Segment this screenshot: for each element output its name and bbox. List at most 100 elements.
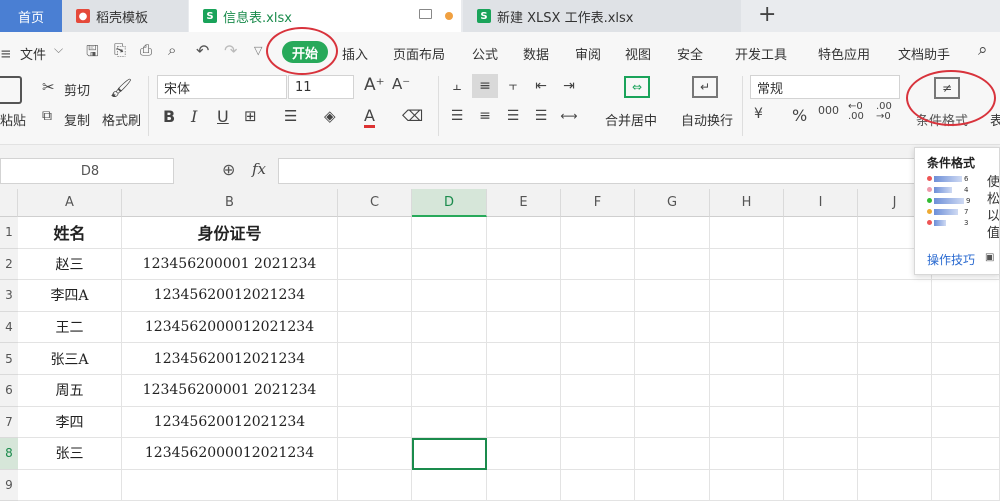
print-icon[interactable]: ⎙ (140, 41, 152, 59)
undo-icon[interactable]: ↶ (196, 41, 209, 60)
row-header[interactable]: 6 (0, 375, 18, 407)
cell-empty[interactable] (784, 438, 858, 470)
cell-empty[interactable] (487, 438, 561, 470)
cell-empty[interactable] (858, 438, 932, 470)
fill-color-icon[interactable]: ◈ (324, 107, 336, 125)
cell-empty[interactable] (412, 248, 487, 281)
cell-empty[interactable] (932, 406, 1000, 439)
cell-empty[interactable] (635, 406, 710, 439)
row-header[interactable]: 5 (0, 343, 18, 375)
cell-empty[interactable] (784, 375, 858, 407)
align-left-icon[interactable]: ☰ (446, 106, 468, 126)
cell-empty[interactable] (635, 438, 710, 470)
fx-icon[interactable]: fx (252, 160, 266, 178)
cell-empty[interactable] (932, 469, 1000, 501)
cell-empty[interactable] (412, 406, 487, 439)
row-header[interactable]: 2 (0, 248, 18, 281)
cell-name[interactable]: 李四 (18, 406, 122, 439)
italic-icon[interactable]: I (191, 107, 197, 126)
font-size-select[interactable]: 11 (288, 75, 354, 99)
cell-empty[interactable] (338, 438, 412, 470)
cell-empty[interactable] (932, 343, 1000, 375)
decrease-decimal-icon[interactable]: .00 →0 (876, 102, 892, 122)
tab-home[interactable]: 首页 (0, 0, 62, 32)
row-header[interactable]: 7 (0, 406, 18, 439)
row-header[interactable]: 1 (0, 217, 18, 249)
cell-empty[interactable] (932, 375, 1000, 407)
menu-page-layout[interactable]: 页面布局 (393, 44, 445, 63)
tab-xinxi-xlsx[interactable]: S 信息表.xlsx (189, 0, 461, 32)
redo-icon[interactable]: ↷ (224, 41, 237, 60)
cell-empty[interactable] (487, 343, 561, 375)
decrease-font-icon[interactable]: A⁻ (392, 75, 410, 93)
cell-empty[interactable] (412, 375, 487, 407)
chevron-down-icon[interactable]: ⌵ (54, 42, 63, 57)
cell-name[interactable]: 赵三 (18, 248, 122, 281)
cell-name[interactable]: 周五 (18, 375, 122, 407)
col-header-e[interactable]: E (487, 189, 561, 217)
cell-empty[interactable] (338, 280, 412, 312)
cell-id-number[interactable]: 身份证号 (122, 217, 338, 249)
scissors-icon[interactable]: ✂ (42, 78, 55, 96)
cell-empty[interactable] (338, 248, 412, 281)
cell-empty[interactable] (710, 217, 784, 249)
justify-icon[interactable]: ☰ (530, 106, 552, 126)
cell-name[interactable] (18, 469, 122, 501)
menu-insert[interactable]: 插入 (342, 44, 368, 63)
row-header[interactable]: 3 (0, 280, 18, 312)
cell-name[interactable]: 张三 (18, 438, 122, 470)
cell-empty[interactable] (561, 438, 635, 470)
cell-empty[interactable] (784, 280, 858, 312)
indent-decrease-icon[interactable]: ⇤ (530, 76, 552, 96)
cell-empty[interactable] (858, 406, 932, 439)
cell-empty[interactable] (412, 280, 487, 312)
cut-button[interactable]: 剪切 (64, 80, 90, 99)
more-dropdown-icon[interactable]: ▽ (254, 44, 262, 57)
cell-empty[interactable] (412, 311, 487, 344)
col-header-i[interactable]: I (784, 189, 858, 217)
underline-icon[interactable]: U (217, 107, 229, 126)
increase-font-icon[interactable]: A⁺ (364, 75, 385, 95)
align-right-icon[interactable]: ☰ (502, 106, 524, 126)
row-header[interactable]: 9 (0, 469, 18, 501)
cell-empty[interactable] (487, 311, 561, 344)
cell-empty[interactable] (784, 248, 858, 281)
cell-id-number[interactable]: 123456200001 2021234 (122, 375, 338, 407)
cell-empty[interactable] (784, 217, 858, 249)
thousands-separator-icon[interactable]: 000 (818, 104, 839, 117)
align-center-icon[interactable]: ≡ (474, 106, 496, 126)
cell-empty[interactable] (858, 311, 932, 344)
cell-empty[interactable] (858, 280, 932, 312)
export-icon[interactable]: ⎘ (114, 41, 126, 59)
cell-empty[interactable] (710, 375, 784, 407)
cell-empty[interactable] (858, 375, 932, 407)
cell-empty[interactable] (561, 343, 635, 375)
monitor-icon[interactable] (419, 9, 432, 19)
cell-name[interactable]: 张三A (18, 343, 122, 375)
col-header-d[interactable]: D (412, 189, 487, 217)
cell-empty[interactable] (932, 438, 1000, 470)
cell-empty[interactable] (784, 311, 858, 344)
copy-icon[interactable]: ⧉ (42, 108, 52, 124)
tab-daoke-template[interactable]: ● 稻壳模板 (62, 0, 188, 32)
row-header[interactable]: 4 (0, 311, 18, 344)
align-middle-icon[interactable]: ≡ (472, 74, 498, 98)
cell-empty[interactable] (858, 343, 932, 375)
col-header-a[interactable]: A (18, 189, 122, 217)
cell-empty[interactable] (635, 248, 710, 281)
percent-icon[interactable]: % (792, 106, 807, 125)
cell-empty[interactable] (635, 343, 710, 375)
cell-empty[interactable] (932, 280, 1000, 312)
cell-empty[interactable] (710, 280, 784, 312)
col-header-g[interactable]: G (635, 189, 710, 217)
cell-empty[interactable] (487, 248, 561, 281)
align-bottom-icon[interactable]: ⫟ (502, 76, 524, 96)
strikethrough-icon[interactable]: ☰ (284, 107, 297, 125)
cell-empty[interactable] (635, 375, 710, 407)
align-top-icon[interactable]: ⫠ (446, 76, 468, 96)
cell-empty[interactable] (858, 469, 932, 501)
cell-empty[interactable] (338, 469, 412, 501)
cell-empty[interactable] (784, 406, 858, 439)
cell-empty[interactable] (561, 217, 635, 249)
indent-increase-icon[interactable]: ⇥ (558, 76, 580, 96)
